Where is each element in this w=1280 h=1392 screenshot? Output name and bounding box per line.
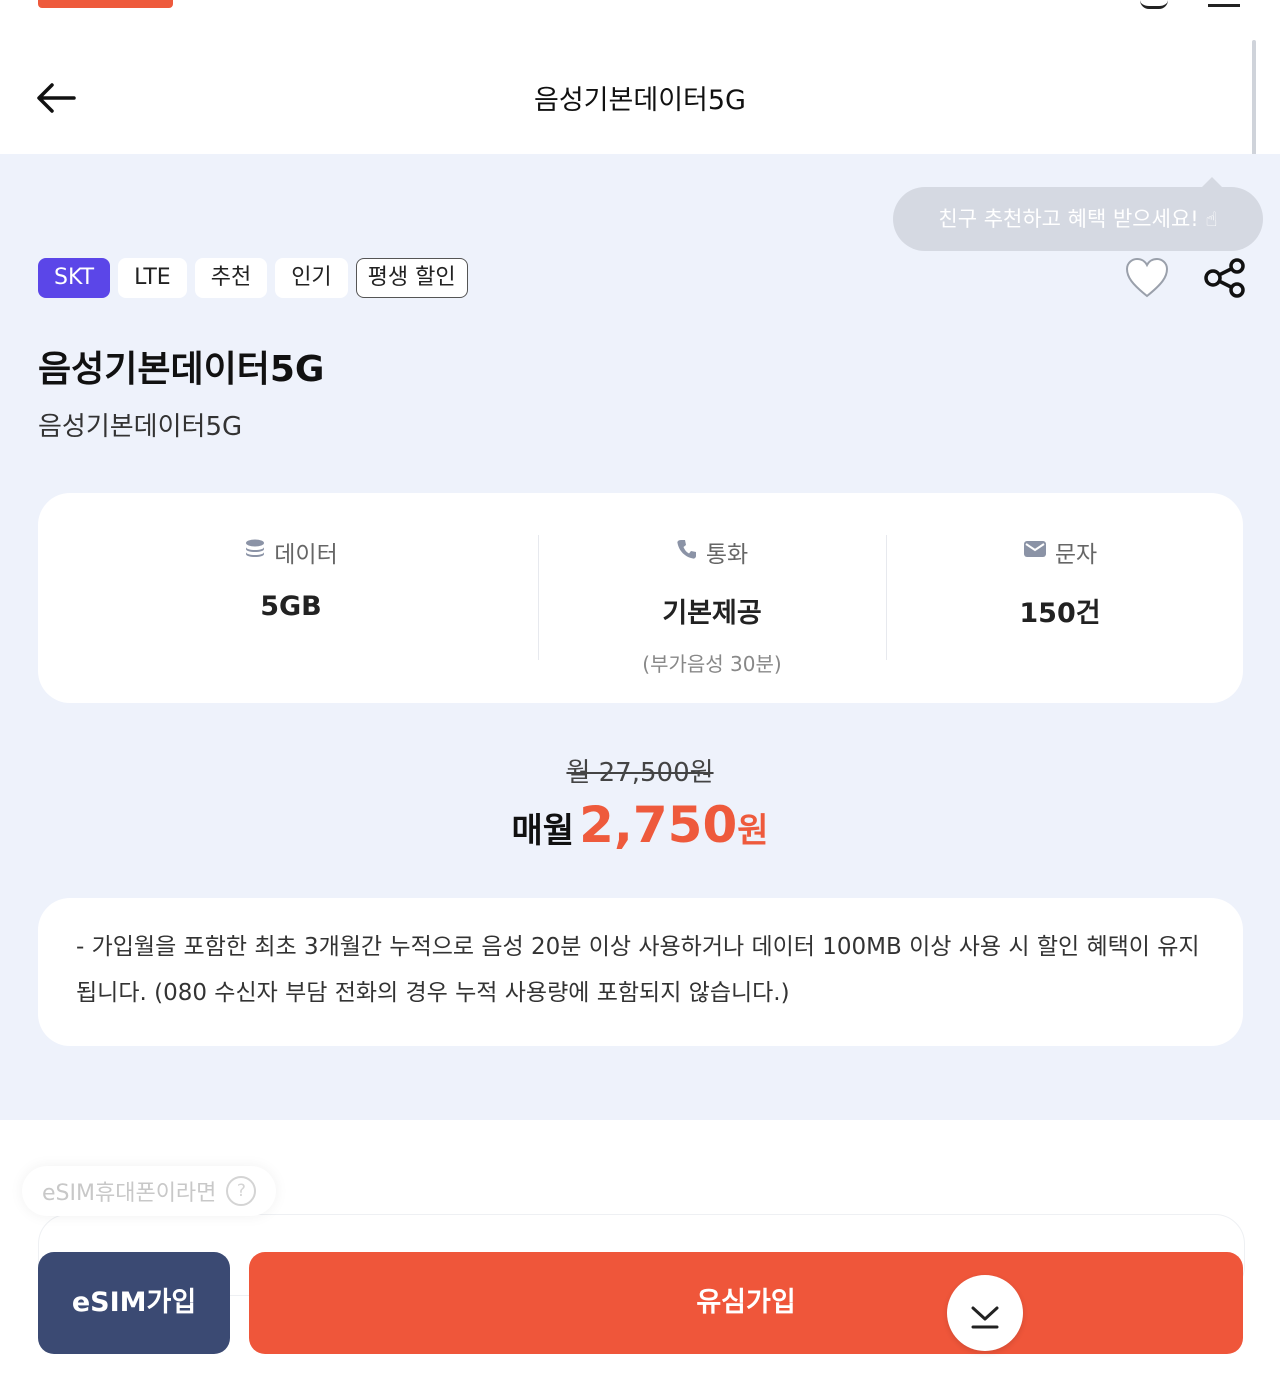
divider (538, 535, 539, 660)
stat-sms: 문자 150건 (890, 493, 1230, 630)
usim-signup-button[interactable]: 유심가입 (249, 1252, 1243, 1354)
original-price: 월 27,500원 (0, 752, 1280, 789)
mail-icon (1023, 539, 1047, 565)
stat-call-note: (부가음성 30분) (642, 652, 782, 676)
tag-recommended: 추천 (194, 258, 268, 298)
price-unit: 원 (737, 811, 769, 851)
stat-sms-value: 150건 (1019, 598, 1101, 629)
phone-icon (676, 538, 698, 566)
stat-data-value: 5GB (260, 591, 322, 622)
stat-call-value: 기본제공 (662, 598, 762, 629)
tag-popular: 인기 (275, 258, 348, 298)
heart-icon[interactable] (1124, 256, 1170, 300)
discount-notice-card: - 가입월을 포함한 최초 3개월간 누적으로 음성 20분 이상 사용하거나 … (38, 898, 1243, 1046)
question-icon[interactable]: ? (226, 1176, 257, 1206)
plan-title: 음성기본데이터5G (38, 349, 325, 390)
stat-data-label: 데이터 (274, 542, 338, 568)
menu-icon[interactable] (1208, 0, 1240, 7)
plan-stats-card: 데이터 5GB 통화 기본제공 (부가음성 30분) 문자 150건 (38, 493, 1243, 703)
stat-data: 데이터 5GB (121, 493, 461, 622)
tag-lte: LTE (118, 258, 187, 298)
divider (886, 535, 887, 660)
esim-hint[interactable]: eSIM휴대폰이라면 ? (22, 1166, 277, 1216)
plan-tags: SKT LTE 추천 인기 평생 할인 (38, 258, 468, 298)
stat-sms-label: 문자 (1054, 542, 1098, 568)
share-icon[interactable] (1203, 258, 1247, 298)
tooltip-text: 친구 추천하고 혜택 받으세요! (938, 207, 1199, 231)
plan-subtitle: 음성기본데이터5G (38, 412, 243, 442)
esim-signup-button[interactable]: eSIM가입 (38, 1252, 230, 1354)
discount-notice-text: - 가입월을 포함한 최초 3개월간 누적으로 음성 20분 이상 사용하거나 … (76, 934, 1200, 1006)
tag-skt: SKT (38, 258, 111, 298)
pointer-hand-icon: ☝ (1205, 207, 1218, 231)
page-title: 음성기본데이터5G (534, 85, 746, 116)
esim-hint-label: eSIM휴대폰이라면 (42, 1181, 217, 1206)
stat-call-label: 통화 (705, 542, 749, 568)
referral-tooltip[interactable]: 친구 추천하고 혜택 받으세요! ☝ (893, 187, 1263, 251)
discounted-price: 매월 2,750원 (0, 796, 1280, 854)
price-amount: 2,750 (579, 796, 738, 854)
original-price-text: 월 27,500원 (566, 758, 714, 788)
tag-lifetime-discount: 평생 할인 (355, 258, 468, 298)
price-prefix: 매월 (511, 811, 575, 851)
database-icon (244, 538, 266, 566)
chevron-down-icon[interactable] (947, 1275, 1023, 1351)
brand-logo[interactable] (38, 0, 173, 8)
search-icon[interactable] (1140, 0, 1168, 9)
stat-call: 통화 기본제공 (부가음성 30분) (542, 493, 882, 677)
